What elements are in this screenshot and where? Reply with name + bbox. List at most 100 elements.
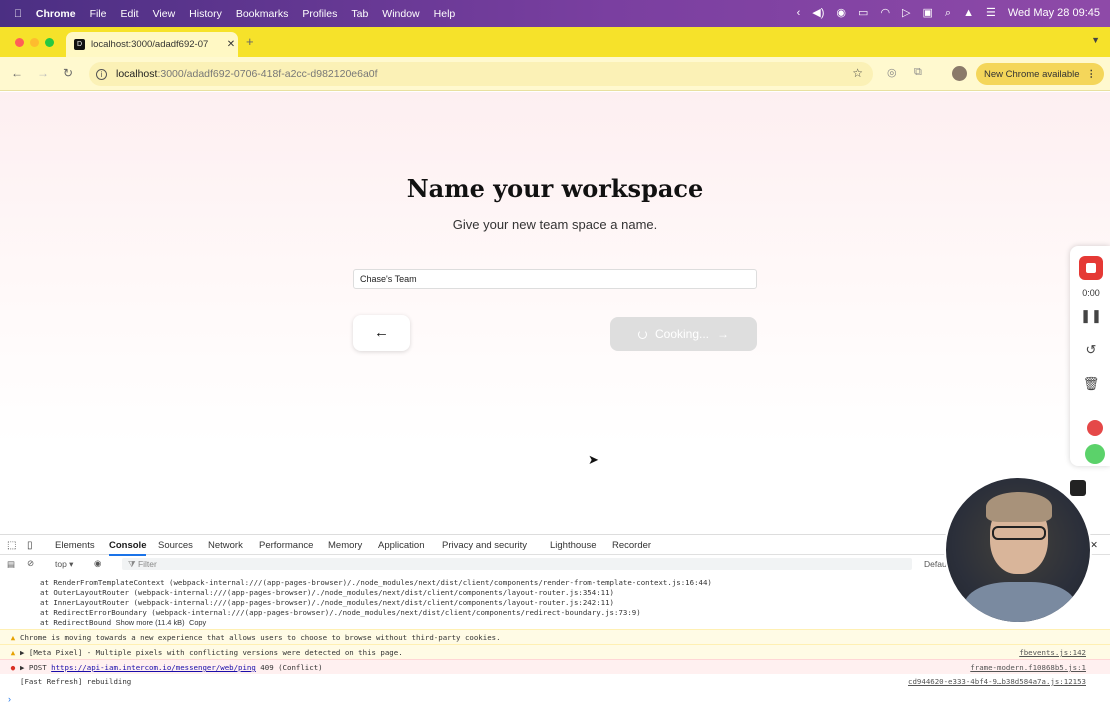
presenter-glasses [992,526,1046,540]
wifi-icon[interactable]: ◠ [880,8,890,19]
apple-icon[interactable]:  [14,8,22,20]
presenter-hair [986,492,1052,522]
chevron-left-icon[interactable]: ‹ [797,8,801,19]
copy-link[interactable]: Copy [189,618,206,627]
stack-last-text: at RedirectBound [40,618,112,627]
page-content [0,92,1110,534]
menu-profiles[interactable]: Profiles [302,8,337,20]
extension-badge-icon[interactable] [1087,420,1103,436]
stack-line-last: at RedirectBound Show more (11.4 kB) Cop… [40,618,940,627]
new-chrome-label: New Chrome available [984,68,1080,80]
console-message[interactable]: ▶ POST https://api-iam.intercom.io/messe… [20,660,323,675]
volume-icon[interactable]: ◀) [812,8,824,19]
context-selector[interactable]: top ▾ [55,559,73,570]
alert-icon[interactable]: ▲ [963,8,974,19]
console-warning-row: ▲ Chrome is moving towards a new experie… [0,629,1110,644]
extension-circle-icon[interactable] [1085,444,1105,464]
sidebar-toggle-icon[interactable]: ▤ [7,559,15,570]
tab-memory[interactable]: Memory [328,540,362,551]
url-host: localhost [116,68,158,80]
menu-window[interactable]: Window [382,8,419,20]
clock-text[interactable]: Wed May 28 09:45 [1008,8,1100,19]
error-icon: ● [10,663,16,672]
menu-file[interactable]: File [90,8,107,20]
more-menu-icon[interactable]: ⋮ [1087,69,1097,80]
trash-icon[interactable]: 🗑 [1072,376,1110,392]
play-icon[interactable]: ▷ [902,8,910,19]
tab-privacy-security[interactable]: Privacy and security [442,540,527,551]
console-prompt-icon[interactable]: › [8,694,11,704]
site-info-icon[interactable]: i [96,68,107,80]
tab-network[interactable]: Network [208,540,243,551]
menu-view[interactable]: View [153,8,176,20]
menu-app-name[interactable]: Chrome [36,8,76,20]
console-warning-row: ▲ ▶ [Meta Pixel] - Multiple pixels with … [0,644,1110,659]
filter-placeholder: Filter [137,559,157,569]
reload-icon[interactable]: ↻ [63,66,73,80]
console-filter-input[interactable]: ⧩ Filter [122,558,912,570]
menu-history[interactable]: History [189,8,222,20]
tab-console[interactable]: Console [109,540,147,556]
console-message[interactable]: ▶ [Meta Pixel] - Multiple pixels with co… [20,645,403,660]
close-tab-icon[interactable]: ✕ [224,39,238,50]
console-source-link[interactable]: frame-modern.f10868b5.js:1 [970,660,1086,675]
close-window-button[interactable] [15,38,24,47]
restart-icon[interactable]: ↺ [1072,342,1110,358]
tab-search-chevron-icon[interactable]: ▼ [1091,35,1100,45]
page-subtitle: Give your new team space a name. [452,217,658,232]
loading-spinner-icon [637,329,647,339]
error-url-link[interactable]: https://api-iam.intercom.io/messenger/we… [51,663,256,672]
console-error-row: ● ▶ POST https://api-iam.intercom.io/mes… [0,659,1110,674]
record-icon[interactable]: ◉ [836,8,846,19]
control-center-icon[interactable]: ☰ [986,8,996,19]
error-suffix: 409 (Conflict) [255,663,323,672]
console-message: [Fast Refresh] rebuilding [20,677,132,686]
pause-icon[interactable]: ❚❚ [1072,308,1110,324]
forward-arrow-icon[interactable]: → [37,66,49,80]
stack-line: at RedirectErrorBoundary (webpack-intern… [40,608,641,617]
menu-tab[interactable]: Tab [351,8,368,20]
workspace-name-input[interactable] [353,269,757,289]
battery-icon[interactable]: ▭ [858,8,868,19]
menu-bookmarks[interactable]: Bookmarks [236,8,289,20]
address-bar[interactable]: i localhost:3000/adadf692-0706-418f-a2cc… [89,62,873,86]
new-tab-icon[interactable]: + [246,34,254,49]
new-chrome-available-button[interactable]: New Chrome available ⋮ [976,63,1104,85]
zoom-window-button[interactable] [45,38,54,47]
menu-edit[interactable]: Edit [120,8,138,20]
tab-sources[interactable]: Sources [158,540,193,551]
screen-icon[interactable]: ▣ [923,8,933,19]
back-arrow-icon[interactable]: ← [11,66,23,80]
console-message: Chrome is moving towards a new experienc… [20,633,501,642]
warning-icon: ▲ [10,648,16,657]
stop-recording-button[interactable] [1079,256,1103,280]
chat-widget-icon[interactable] [1070,480,1086,496]
bookmark-star-icon[interactable]: ☆ [852,66,863,80]
console-source-link[interactable]: cd944620-e333-4bf4-9…b38d584a7a.js:12153 [908,674,1086,689]
tab-title: localhost:3000/adadf692-07 [91,39,209,50]
next-button[interactable]: Cooking... → [610,317,757,351]
arrow-left-icon: ← [374,324,389,341]
search-icon[interactable]: ⌕ [945,8,951,19]
arrow-right-icon: → [717,327,730,341]
menu-help[interactable]: Help [434,8,456,20]
tab-elements[interactable]: Elements [55,540,95,551]
tab-performance[interactable]: Performance [259,540,313,551]
minimize-window-button[interactable] [30,38,39,47]
tab-favicon-icon: D [74,39,85,50]
browser-tab[interactable]: D localhost:3000/adadf692-07 ✕ [66,32,238,57]
console-source-link[interactable]: fbevents.js:142 [1019,645,1086,660]
device-toggle-icon[interactable]: ▯ [27,540,33,551]
profile-avatar[interactable] [952,66,967,81]
tab-recorder[interactable]: Recorder [612,540,651,551]
console-info-row: [Fast Refresh] rebuilding cd944620-e333-… [0,674,1110,689]
tab-lighthouse[interactable]: Lighthouse [550,540,596,551]
inspect-icon[interactable]: ⬚ [7,540,16,551]
puzzle-icon[interactable]: ⧉ [914,66,922,79]
back-button[interactable]: ← [353,315,410,351]
extension-icon[interactable]: ◎ [887,66,897,79]
tab-application[interactable]: Application [378,540,424,551]
clear-console-icon[interactable]: ⊘ [27,558,34,569]
show-more-link[interactable]: Show more (11.4 kB) [116,618,185,627]
eye-icon[interactable]: ◉ [94,558,101,569]
